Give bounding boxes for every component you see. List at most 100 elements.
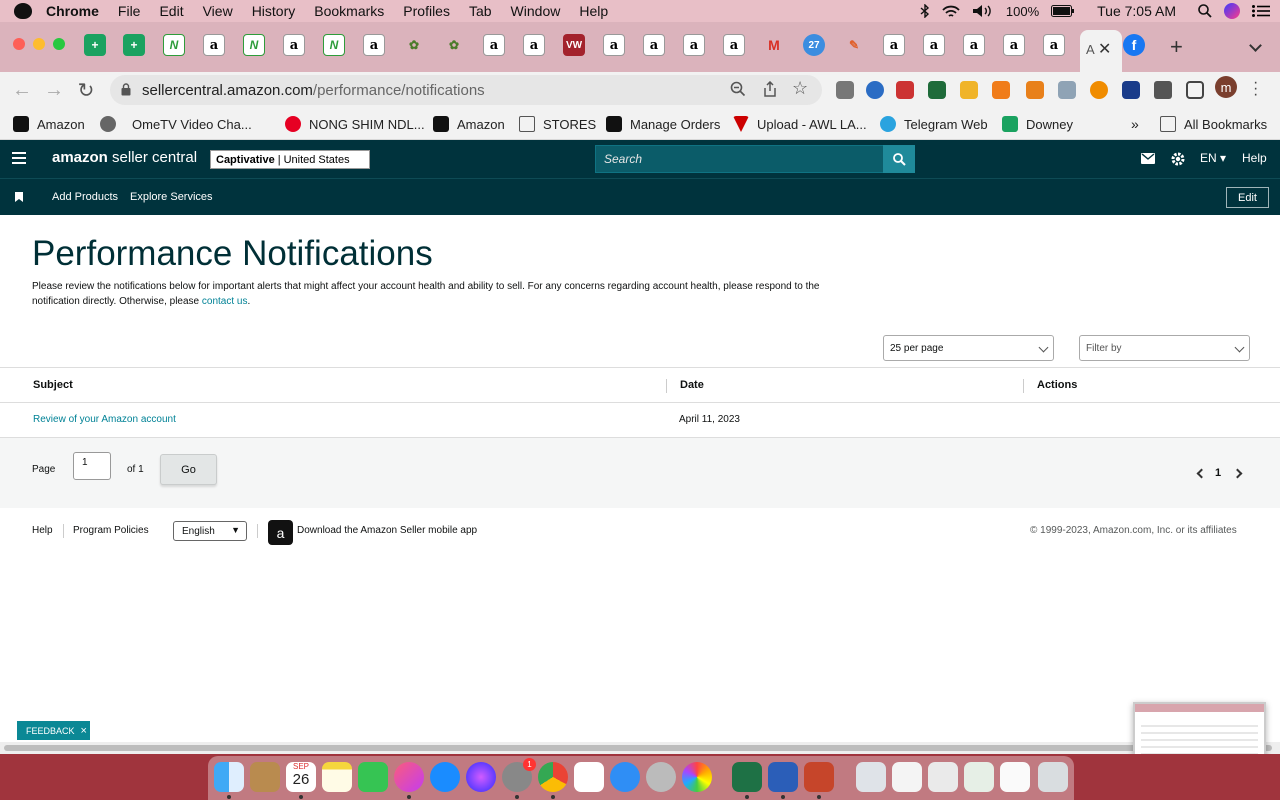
- bookmarks-overflow-icon[interactable]: »: [1131, 114, 1139, 134]
- close-window-button[interactable]: [13, 38, 25, 50]
- share-icon[interactable]: [763, 80, 777, 101]
- language-selector[interactable]: EN ▾: [1200, 151, 1226, 165]
- extension-blue-icon[interactable]: [866, 81, 884, 99]
- safari-icon[interactable]: [610, 762, 640, 792]
- menubar-clock[interactable]: Tue 7:05 AM: [1097, 3, 1176, 19]
- seller-app-icon[interactable]: a: [268, 520, 293, 545]
- tab-plant-icon[interactable]: ✿: [403, 34, 425, 56]
- tab-plant-icon[interactable]: ✿: [443, 34, 465, 56]
- bookmark-telegram-web[interactable]: Telegram Web: [880, 114, 988, 134]
- tab-amazon-icon[interactable]: a: [283, 34, 305, 56]
- recent-file-icon[interactable]: [892, 762, 922, 792]
- account-switcher[interactable]: Captivative | United States: [210, 150, 370, 169]
- notification-center-icon[interactable]: [1252, 5, 1270, 17]
- recent-file-icon[interactable]: [1000, 762, 1030, 792]
- zoom-icon[interactable]: [730, 81, 746, 101]
- chrome-icon[interactable]: [538, 762, 568, 792]
- menu-history[interactable]: History: [252, 3, 296, 19]
- extension-js-icon[interactable]: [992, 81, 1010, 99]
- tab-amazon-icon[interactable]: a: [723, 34, 745, 56]
- search-button[interactable]: [883, 145, 915, 173]
- music-icon[interactable]: [394, 762, 424, 792]
- recent-file-icon[interactable]: [964, 762, 994, 792]
- next-page-icon[interactable]: [1232, 468, 1243, 479]
- menu-bookmarks[interactable]: Bookmarks: [314, 3, 384, 19]
- per-page-select[interactable]: 25 per page: [883, 335, 1054, 361]
- bluetooth-icon[interactable]: [920, 4, 930, 18]
- spotlight-search-icon[interactable]: [1198, 4, 1212, 18]
- powerpoint-icon[interactable]: [804, 762, 834, 792]
- reload-icon[interactable]: ↻: [74, 78, 98, 102]
- chrome-menu-icon[interactable]: · · ·: [1253, 75, 1258, 103]
- word-icon[interactable]: [768, 762, 798, 792]
- address-bar[interactable]: sellercentral.amazon.com/performance/not…: [110, 75, 822, 105]
- bookmark-amazon-2[interactable]: Amazon: [433, 114, 505, 134]
- lock-icon[interactable]: [121, 83, 131, 96]
- new-tab-icon[interactable]: +: [1170, 34, 1183, 60]
- footer-language-select[interactable]: English ▼: [173, 521, 247, 541]
- tab-amazon-icon[interactable]: a: [643, 34, 665, 56]
- tab-amazon-icon[interactable]: a: [203, 34, 225, 56]
- contact-us-link[interactable]: contact us: [202, 296, 248, 307]
- tab-facebook-icon[interactable]: f: [1123, 34, 1145, 56]
- extensions-puzzle-icon[interactable]: [1154, 81, 1172, 99]
- tab-active-seller-central[interactable]: A ✕: [1080, 30, 1122, 72]
- forward-arrow-icon[interactable]: →: [42, 78, 66, 102]
- photos-icon[interactable]: [682, 762, 712, 792]
- menu-tab[interactable]: Tab: [469, 3, 492, 19]
- notification-subject-link[interactable]: Review of your Amazon account: [33, 414, 176, 425]
- column-subject[interactable]: Subject: [33, 379, 73, 391]
- tab-amazon-icon[interactable]: a: [683, 34, 705, 56]
- extension-rs-icon[interactable]: [928, 81, 946, 99]
- back-arrow-icon[interactable]: ←: [10, 78, 34, 102]
- extension-red-icon[interactable]: [896, 81, 914, 99]
- extension-star-icon[interactable]: [960, 81, 978, 99]
- download-app-link[interactable]: Download the Amazon Seller mobile app: [297, 525, 477, 536]
- excel-icon[interactable]: [732, 762, 762, 792]
- settings-gear-icon[interactable]: [1171, 152, 1185, 166]
- siri-dock-icon[interactable]: [466, 762, 496, 792]
- scrollbar-thumb[interactable]: [4, 745, 1272, 751]
- wifi-icon[interactable]: [942, 5, 960, 18]
- current-page-number[interactable]: 1: [1215, 467, 1221, 479]
- calendar-icon[interactable]: SEP 26: [286, 762, 316, 792]
- reminders-icon[interactable]: [574, 762, 604, 792]
- bookmark-amazon[interactable]: Amazon: [13, 114, 85, 134]
- all-bookmarks[interactable]: All Bookmarks: [1160, 114, 1267, 134]
- tab-amazon-icon[interactable]: a: [523, 34, 545, 56]
- bookmark-star-icon[interactable]: ☆: [792, 78, 808, 99]
- tab-gmail-icon[interactable]: M: [763, 34, 785, 56]
- menu-window[interactable]: Window: [511, 3, 561, 19]
- mail-icon[interactable]: [1141, 153, 1155, 164]
- filter-select[interactable]: Filter by: [1079, 335, 1250, 361]
- finder-icon[interactable]: [214, 762, 244, 792]
- side-panel-icon[interactable]: [1186, 81, 1204, 99]
- bookmark-nong-shim[interactable]: NONG SHIM NDL...: [285, 114, 425, 134]
- tab-vw-icon[interactable]: VW: [563, 34, 585, 56]
- column-date[interactable]: Date: [680, 379, 704, 391]
- header-help-link[interactable]: Help: [1242, 151, 1267, 165]
- prev-page-icon[interactable]: [1196, 468, 1207, 479]
- edit-nav-button[interactable]: Edit: [1226, 187, 1269, 208]
- menu-app-chrome[interactable]: Chrome: [46, 3, 99, 19]
- tab-amazon-icon[interactable]: a: [483, 34, 505, 56]
- tab-amazon-icon[interactable]: a: [1043, 34, 1065, 56]
- tab-amazon-icon[interactable]: a: [1003, 34, 1025, 56]
- notes-icon[interactable]: [322, 762, 352, 792]
- menu-edit[interactable]: Edit: [159, 3, 183, 19]
- program-policies-link[interactable]: Program Policies: [73, 525, 149, 536]
- battery-icon[interactable]: [1051, 5, 1075, 17]
- tab-amazon-icon[interactable]: a: [923, 34, 945, 56]
- tab-amazon-icon[interactable]: a: [963, 34, 985, 56]
- tab-n-icon[interactable]: N: [323, 34, 345, 56]
- add-products-link[interactable]: Add Products: [52, 191, 118, 203]
- bookmark-ribbon-icon[interactable]: [15, 192, 23, 202]
- extension-off-icon[interactable]: [836, 81, 854, 99]
- bookmark-folder-stores[interactable]: STORES: [519, 114, 596, 134]
- explore-services-link[interactable]: Explore Services: [130, 191, 213, 203]
- extension-f-icon[interactable]: [1122, 81, 1140, 99]
- tab-amazon-icon[interactable]: a: [363, 34, 385, 56]
- horizontal-scrollbar[interactable]: [0, 742, 1280, 754]
- minimize-window-button[interactable]: [33, 38, 45, 50]
- app-store-icon[interactable]: [430, 762, 460, 792]
